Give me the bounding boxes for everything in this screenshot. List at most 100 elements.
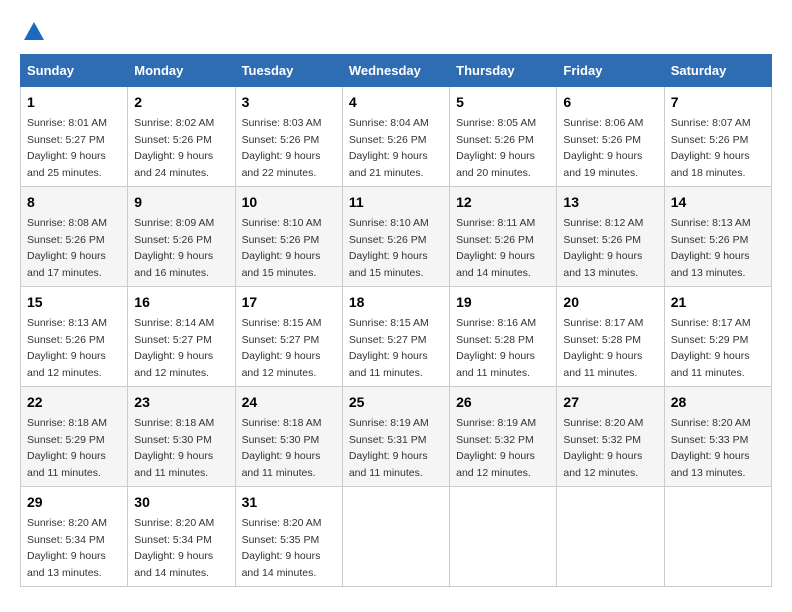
day-number: 1	[27, 92, 121, 113]
day-number: 16	[134, 292, 228, 313]
day-number: 9	[134, 192, 228, 213]
day-info: Sunrise: 8:02 AMSunset: 5:26 PMDaylight:…	[134, 117, 214, 179]
day-number: 19	[456, 292, 550, 313]
day-number: 3	[242, 92, 336, 113]
calendar-cell: 30 Sunrise: 8:20 AMSunset: 5:34 PMDaylig…	[128, 487, 235, 587]
calendar-cell: 29 Sunrise: 8:20 AMSunset: 5:34 PMDaylig…	[21, 487, 128, 587]
calendar-cell: 27 Sunrise: 8:20 AMSunset: 5:32 PMDaylig…	[557, 387, 664, 487]
day-info: Sunrise: 8:19 AMSunset: 5:32 PMDaylight:…	[456, 417, 536, 479]
day-info: Sunrise: 8:04 AMSunset: 5:26 PMDaylight:…	[349, 117, 429, 179]
calendar-cell: 26 Sunrise: 8:19 AMSunset: 5:32 PMDaylig…	[450, 387, 557, 487]
calendar-cell: 16 Sunrise: 8:14 AMSunset: 5:27 PMDaylig…	[128, 287, 235, 387]
day-number: 15	[27, 292, 121, 313]
day-number: 26	[456, 392, 550, 413]
calendar-week-row: 8 Sunrise: 8:08 AMSunset: 5:26 PMDayligh…	[21, 187, 772, 287]
day-number: 8	[27, 192, 121, 213]
day-number: 21	[671, 292, 765, 313]
day-info: Sunrise: 8:16 AMSunset: 5:28 PMDaylight:…	[456, 317, 536, 379]
day-number: 13	[563, 192, 657, 213]
calendar-week-row: 15 Sunrise: 8:13 AMSunset: 5:26 PMDaylig…	[21, 287, 772, 387]
day-info: Sunrise: 8:20 AMSunset: 5:35 PMDaylight:…	[242, 517, 322, 579]
day-info: Sunrise: 8:20 AMSunset: 5:33 PMDaylight:…	[671, 417, 751, 479]
day-number: 23	[134, 392, 228, 413]
day-of-week-header: Thursday	[450, 55, 557, 87]
calendar-cell	[450, 487, 557, 587]
calendar-week-row: 22 Sunrise: 8:18 AMSunset: 5:29 PMDaylig…	[21, 387, 772, 487]
day-number: 11	[349, 192, 443, 213]
day-of-week-header: Monday	[128, 55, 235, 87]
day-number: 25	[349, 392, 443, 413]
day-info: Sunrise: 8:03 AMSunset: 5:26 PMDaylight:…	[242, 117, 322, 179]
day-number: 28	[671, 392, 765, 413]
calendar-cell: 12 Sunrise: 8:11 AMSunset: 5:26 PMDaylig…	[450, 187, 557, 287]
calendar-cell: 31 Sunrise: 8:20 AMSunset: 5:35 PMDaylig…	[235, 487, 342, 587]
calendar-cell: 5 Sunrise: 8:05 AMSunset: 5:26 PMDayligh…	[450, 87, 557, 187]
day-info: Sunrise: 8:15 AMSunset: 5:27 PMDaylight:…	[242, 317, 322, 379]
day-number: 22	[27, 392, 121, 413]
day-info: Sunrise: 8:17 AMSunset: 5:29 PMDaylight:…	[671, 317, 751, 379]
calendar-cell: 8 Sunrise: 8:08 AMSunset: 5:26 PMDayligh…	[21, 187, 128, 287]
day-of-week-header: Wednesday	[342, 55, 449, 87]
day-info: Sunrise: 8:19 AMSunset: 5:31 PMDaylight:…	[349, 417, 429, 479]
day-number: 27	[563, 392, 657, 413]
day-info: Sunrise: 8:01 AMSunset: 5:27 PMDaylight:…	[27, 117, 107, 179]
calendar-cell	[557, 487, 664, 587]
calendar-cell: 18 Sunrise: 8:15 AMSunset: 5:27 PMDaylig…	[342, 287, 449, 387]
day-info: Sunrise: 8:18 AMSunset: 5:29 PMDaylight:…	[27, 417, 107, 479]
day-number: 2	[134, 92, 228, 113]
logo-icon	[22, 20, 46, 44]
day-info: Sunrise: 8:11 AMSunset: 5:26 PMDaylight:…	[456, 217, 535, 279]
day-info: Sunrise: 8:10 AMSunset: 5:26 PMDaylight:…	[242, 217, 322, 279]
calendar-table: SundayMondayTuesdayWednesdayThursdayFrid…	[20, 54, 772, 587]
day-number: 14	[671, 192, 765, 213]
day-info: Sunrise: 8:17 AMSunset: 5:28 PMDaylight:…	[563, 317, 643, 379]
day-info: Sunrise: 8:13 AMSunset: 5:26 PMDaylight:…	[27, 317, 107, 379]
logo	[20, 20, 46, 44]
day-number: 29	[27, 492, 121, 513]
day-info: Sunrise: 8:05 AMSunset: 5:26 PMDaylight:…	[456, 117, 536, 179]
calendar-cell: 20 Sunrise: 8:17 AMSunset: 5:28 PMDaylig…	[557, 287, 664, 387]
day-info: Sunrise: 8:09 AMSunset: 5:26 PMDaylight:…	[134, 217, 214, 279]
day-info: Sunrise: 8:14 AMSunset: 5:27 PMDaylight:…	[134, 317, 214, 379]
day-number: 30	[134, 492, 228, 513]
calendar-cell: 11 Sunrise: 8:10 AMSunset: 5:26 PMDaylig…	[342, 187, 449, 287]
day-info: Sunrise: 8:18 AMSunset: 5:30 PMDaylight:…	[134, 417, 214, 479]
calendar-cell: 17 Sunrise: 8:15 AMSunset: 5:27 PMDaylig…	[235, 287, 342, 387]
calendar-cell: 24 Sunrise: 8:18 AMSunset: 5:30 PMDaylig…	[235, 387, 342, 487]
day-of-week-header: Friday	[557, 55, 664, 87]
day-info: Sunrise: 8:13 AMSunset: 5:26 PMDaylight:…	[671, 217, 751, 279]
calendar-cell: 6 Sunrise: 8:06 AMSunset: 5:26 PMDayligh…	[557, 87, 664, 187]
day-number: 12	[456, 192, 550, 213]
day-number: 7	[671, 92, 765, 113]
day-of-week-header: Sunday	[21, 55, 128, 87]
day-info: Sunrise: 8:20 AMSunset: 5:34 PMDaylight:…	[27, 517, 107, 579]
calendar-cell: 22 Sunrise: 8:18 AMSunset: 5:29 PMDaylig…	[21, 387, 128, 487]
day-info: Sunrise: 8:07 AMSunset: 5:26 PMDaylight:…	[671, 117, 751, 179]
day-of-week-header: Tuesday	[235, 55, 342, 87]
day-number: 5	[456, 92, 550, 113]
calendar-cell: 10 Sunrise: 8:10 AMSunset: 5:26 PMDaylig…	[235, 187, 342, 287]
calendar-cell: 23 Sunrise: 8:18 AMSunset: 5:30 PMDaylig…	[128, 387, 235, 487]
calendar-cell	[664, 487, 771, 587]
day-number: 4	[349, 92, 443, 113]
calendar-week-row: 1 Sunrise: 8:01 AMSunset: 5:27 PMDayligh…	[21, 87, 772, 187]
day-of-week-header: Saturday	[664, 55, 771, 87]
day-info: Sunrise: 8:20 AMSunset: 5:34 PMDaylight:…	[134, 517, 214, 579]
day-number: 17	[242, 292, 336, 313]
day-info: Sunrise: 8:15 AMSunset: 5:27 PMDaylight:…	[349, 317, 429, 379]
calendar-cell: 9 Sunrise: 8:09 AMSunset: 5:26 PMDayligh…	[128, 187, 235, 287]
calendar-cell: 21 Sunrise: 8:17 AMSunset: 5:29 PMDaylig…	[664, 287, 771, 387]
day-info: Sunrise: 8:20 AMSunset: 5:32 PMDaylight:…	[563, 417, 643, 479]
day-number: 24	[242, 392, 336, 413]
day-info: Sunrise: 8:12 AMSunset: 5:26 PMDaylight:…	[563, 217, 643, 279]
calendar-cell: 3 Sunrise: 8:03 AMSunset: 5:26 PMDayligh…	[235, 87, 342, 187]
calendar-cell: 4 Sunrise: 8:04 AMSunset: 5:26 PMDayligh…	[342, 87, 449, 187]
calendar-cell	[342, 487, 449, 587]
day-info: Sunrise: 8:06 AMSunset: 5:26 PMDaylight:…	[563, 117, 643, 179]
calendar-cell: 28 Sunrise: 8:20 AMSunset: 5:33 PMDaylig…	[664, 387, 771, 487]
calendar-cell: 13 Sunrise: 8:12 AMSunset: 5:26 PMDaylig…	[557, 187, 664, 287]
calendar-cell: 19 Sunrise: 8:16 AMSunset: 5:28 PMDaylig…	[450, 287, 557, 387]
calendar-cell: 1 Sunrise: 8:01 AMSunset: 5:27 PMDayligh…	[21, 87, 128, 187]
calendar-cell: 15 Sunrise: 8:13 AMSunset: 5:26 PMDaylig…	[21, 287, 128, 387]
day-number: 20	[563, 292, 657, 313]
